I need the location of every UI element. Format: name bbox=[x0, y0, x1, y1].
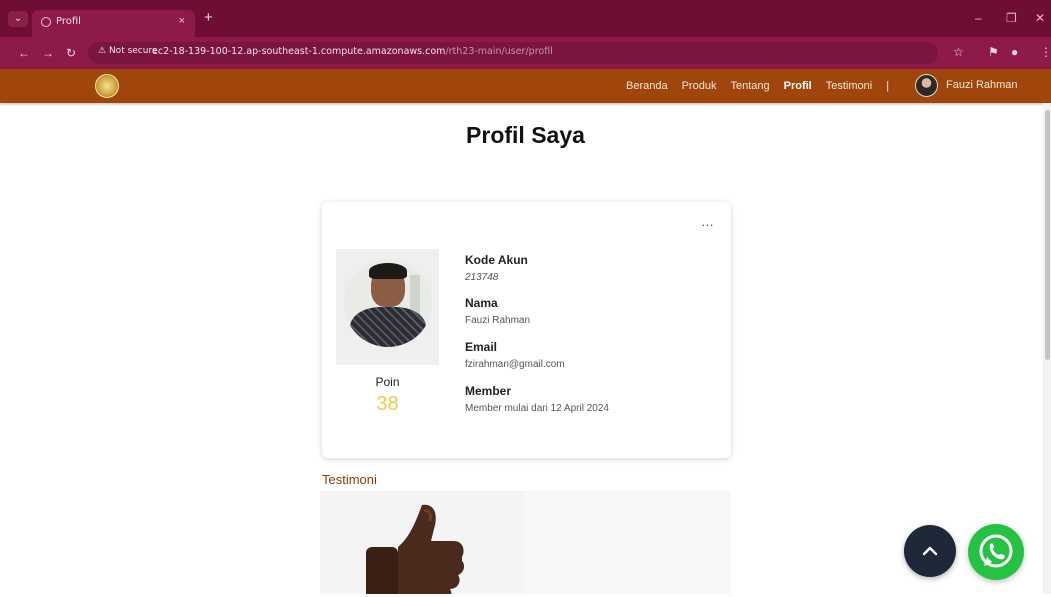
back-icon[interactable]: ← bbox=[18, 46, 30, 60]
nav-link-profil[interactable]: Profil bbox=[784, 80, 812, 92]
testimoni-panel bbox=[320, 491, 731, 594]
field-kode-akun: Kode Akun 213748 bbox=[465, 253, 528, 283]
warning-icon: ⚠ bbox=[98, 46, 107, 56]
user-avatar[interactable] bbox=[915, 74, 938, 97]
reload-icon[interactable]: ↻ bbox=[66, 46, 76, 60]
scroll-to-top-button[interactable] bbox=[904, 525, 956, 577]
field-value: Fauzi Rahman bbox=[465, 315, 531, 326]
nav-link-beranda[interactable]: Beranda bbox=[626, 80, 668, 92]
whatsapp-icon bbox=[979, 534, 1013, 568]
extension-icon[interactable]: ⚑ bbox=[988, 45, 999, 59]
forward-icon[interactable]: → bbox=[42, 46, 54, 60]
field-label: Member bbox=[465, 384, 512, 398]
nav-link-tentang[interactable]: Tentang bbox=[730, 80, 769, 92]
profile-icon[interactable]: ● bbox=[1011, 45, 1018, 59]
browser-tab-bar: ⌄ Profil × + – ❐ ✕ bbox=[0, 0, 1051, 37]
url-host: ec2-18-139-100-12.ap-southeast-1.compute… bbox=[152, 46, 446, 57]
restore-icon[interactable]: ❐ bbox=[1006, 11, 1017, 25]
globe-icon bbox=[41, 17, 51, 27]
nav-user-name[interactable]: Fauzi Rahman bbox=[946, 79, 1018, 91]
tab-search-icon[interactable]: ⌄ bbox=[8, 11, 28, 27]
whatsapp-button[interactable] bbox=[968, 524, 1024, 580]
field-value: Member mulai dari 12 April 2024 bbox=[465, 403, 609, 414]
site-logo[interactable] bbox=[95, 74, 119, 98]
browser-tab[interactable]: Profil × bbox=[32, 10, 195, 37]
field-label: Kode Akun bbox=[465, 253, 528, 267]
url-path: /rth23-main/user/profil bbox=[445, 46, 553, 57]
field-member: Member Member mulai dari 12 April 2024 bbox=[465, 384, 609, 414]
thumbs-up-image bbox=[366, 504, 465, 594]
page-title: Profil Saya bbox=[466, 122, 585, 148]
chevron-up-icon bbox=[922, 546, 938, 556]
nav-links: Beranda Produk Tentang Profil Testimoni … bbox=[626, 69, 889, 103]
testimoni-heading: Testimoni bbox=[322, 472, 377, 487]
poin-value: 38 bbox=[376, 393, 399, 415]
tab-close-icon[interactable]: × bbox=[179, 15, 185, 27]
profile-card: … Poin 38 Kode Akun 213748 Nama Fauzi Ra… bbox=[322, 202, 731, 458]
address-bar-row: ← → ↻ ⚠ Not secure ec2-18-139-100-12.ap-… bbox=[0, 37, 1051, 69]
bookmark-star-icon[interactable]: ☆ bbox=[953, 45, 964, 59]
testimoni-image-slot bbox=[320, 491, 523, 594]
testimoni-empty-slot bbox=[525, 491, 731, 594]
poin-label: Poin bbox=[375, 375, 400, 389]
field-label: Nama bbox=[465, 296, 498, 310]
nav-link-testimoni[interactable]: Testimoni bbox=[826, 80, 872, 92]
more-options-icon[interactable]: … bbox=[701, 214, 715, 229]
profile-photo-frame bbox=[336, 249, 439, 365]
url-input[interactable]: ⚠ Not secure ec2-18-139-100-12.ap-southe… bbox=[88, 42, 938, 64]
profile-photo bbox=[344, 259, 432, 347]
nav-separator: | bbox=[886, 80, 890, 92]
minimize-icon[interactable]: – bbox=[975, 11, 982, 25]
new-tab-icon[interactable]: + bbox=[204, 10, 213, 25]
field-nama: Nama Fauzi Rahman bbox=[465, 296, 530, 326]
field-value: fzirahman@gmail.com bbox=[465, 359, 565, 370]
field-label: Email bbox=[465, 340, 498, 354]
close-window-icon[interactable]: ✕ bbox=[1035, 11, 1045, 25]
browser-menu-icon[interactable]: ⋮ bbox=[1040, 45, 1051, 59]
nav-link-produk[interactable]: Produk bbox=[682, 80, 717, 92]
site-navbar: Beranda Produk Tentang Profil Testimoni … bbox=[0, 69, 1051, 103]
field-email: Email fzirahman@gmail.com bbox=[465, 340, 565, 370]
not-secure-label: Not secure bbox=[108, 46, 158, 56]
field-value: 213748 bbox=[465, 272, 499, 283]
tab-title: Profil bbox=[56, 16, 81, 27]
